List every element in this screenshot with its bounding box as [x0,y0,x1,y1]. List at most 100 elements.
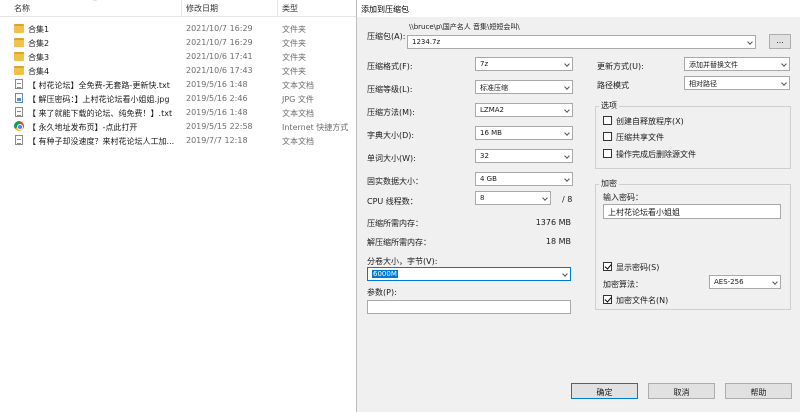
chevron-down-icon [564,84,570,90]
archive-label: 压缩包(A): [367,32,406,41]
chevron-down-icon [542,195,548,201]
method-select[interactable]: LZMA2 [475,103,573,117]
browse-button[interactable]: ... [769,34,791,49]
split-size-combobox[interactable]: 6000M [367,267,571,281]
file-list-header: ⌃ 名称 修改日期 类型 [0,0,356,17]
file-date: 2021/10/7 16:29 [186,38,253,47]
file-name: 合集3 [28,53,50,62]
add-to-archive-dialog: 添加到压缩包 压缩包(A): \\bruce\p\国产名人 音集\短短会叫\ 1… [356,0,800,412]
folder-icon [14,38,24,47]
format-label: 压缩格式(F): [367,62,413,71]
split-size-label: 分卷大小，字节(V): [367,257,438,266]
dict-size-select[interactable]: 16 MB [475,126,573,140]
file-date: 2019/5/16 1:48 [186,108,248,117]
chevron-down-icon [772,279,778,285]
folder-icon [14,66,24,75]
column-header-date[interactable]: 修改日期 [186,3,218,14]
params-label: 参数(P): [367,288,397,297]
file-row[interactable]: 合集3 2021/10/6 17:41 文件夹 [0,50,356,64]
split-size-value: 6000M [372,270,398,278]
file-row[interactable]: 【 永久地址发布页】-点此打开 2019/5/15 22:58 Internet… [0,120,356,134]
method-label: 压缩方法(M): [367,108,415,117]
shared-files-checkbox[interactable] [603,132,612,141]
path-mode-select[interactable]: 相对路径 [684,76,790,90]
word-size-value: 32 [480,152,489,160]
password-input[interactable]: 上村花论坛看小姐姐 [603,204,781,219]
show-password-checkbox[interactable] [603,262,612,271]
file-name: 【 解压密码：】上村花论坛看小姐姐.jpg [28,95,170,104]
file-explorer: ⌃ 名称 修改日期 类型 合集1 2021/10/7 16:29 文件夹 合集2… [0,0,356,412]
sfx-checkbox[interactable] [603,116,612,125]
encrypt-names-label: 加密文件名(N) [616,296,669,305]
file-row[interactable]: 合集2 2021/10/7 16:29 文件夹 [0,36,356,50]
cpu-threads-select[interactable]: 8 [475,191,551,205]
chevron-down-icon [564,107,570,113]
level-select[interactable]: 标准压缩 [475,80,573,94]
delete-after-checkbox[interactable] [603,149,612,158]
solid-size-select[interactable]: 4 GB [475,172,573,186]
update-mode-label: 更新方式(U): [597,62,644,71]
chevron-down-icon [781,80,787,86]
format-select[interactable]: 7z [475,57,573,71]
params-input[interactable] [367,300,571,314]
text-file-icon [15,79,23,89]
file-type: 文件夹 [282,53,306,62]
archive-name-combobox[interactable]: 1234.7z [407,35,756,49]
ok-button[interactable]: 确定 [571,383,638,399]
help-button[interactable]: 帮助 [725,383,792,399]
chevron-down-icon[interactable] [562,271,568,277]
encryption-method-select[interactable]: AES-256 [709,275,781,289]
solid-size-value: 4 GB [480,175,497,183]
file-row[interactable]: 合集1 2021/10/7 16:29 文件夹 [0,22,356,36]
file-name: 【 来了就能下载的论坛、纯免费！】.txt [28,109,173,118]
file-row[interactable]: 【 来了就能下载的论坛、纯免费！】.txt 2019/5/16 1:48 文本文… [0,106,356,120]
file-date: 2019/5/15 22:58 [186,122,253,131]
dict-size-value: 16 MB [480,129,502,137]
file-name: 合集1 [28,25,50,34]
column-header-name[interactable]: 名称 [14,3,30,14]
cpu-threads-value: 8 [480,194,485,202]
word-size-label: 单词大小(W): [367,154,416,163]
file-date: 2021/10/7 16:29 [186,24,253,33]
file-type: 文件夹 [282,39,306,48]
file-name: 合集4 [28,67,50,76]
chevron-down-icon [564,61,570,67]
column-header-type[interactable]: 类型 [282,3,298,14]
archive-name-value: 1234.7z [412,38,441,46]
file-row[interactable]: 【 解压密码：】上村花论坛看小姐姐.jpg 2019/5/16 2:46 JPG… [0,92,356,106]
cancel-button[interactable]: 取消 [648,383,715,399]
file-row[interactable]: 【 村花论坛】全免费-无套路-更新快.txt 2019/5/16 1:48 文本… [0,78,356,92]
show-password-label: 显示密码(S) [616,263,660,272]
shared-files-label: 压缩共享文件 [616,133,664,142]
options-group-title: 选项 [599,100,619,111]
chevron-down-icon[interactable] [747,39,753,45]
file-type: 文件夹 [282,67,306,76]
folder-icon [14,52,24,61]
chevron-down-icon [564,176,570,182]
file-name: 【 村花论坛】全免费-无套路-更新快.txt [28,81,170,90]
sort-arrow-icon: ⌃ [92,0,98,6]
file-type: JPG 文件 [282,95,314,104]
encryption-method-label: 加密算法： [603,280,643,289]
file-date: 2019/7/7 12:18 [186,136,248,145]
path-mode-label: 路径模式 [597,81,629,90]
file-name: 【 有种子却没速度？来村花论坛人工加... [28,137,175,146]
sfx-label: 创建自释放程序(X) [616,117,684,126]
file-row[interactable]: 合集4 2021/10/6 17:43 文件夹 [0,64,356,78]
password-label: 输入密码： [603,193,643,202]
format-value: 7z [480,60,489,68]
method-value: LZMA2 [480,106,504,114]
chevron-down-icon [564,153,570,159]
file-type: 文本文档 [282,81,314,90]
word-size-select[interactable]: 32 [475,149,573,163]
text-file-icon [15,135,23,145]
path-mode-value: 相对路径 [689,80,717,88]
file-date: 2019/5/16 1:48 [186,80,248,89]
text-file-icon [15,107,23,117]
update-mode-select[interactable]: 添加并替换文件 [684,57,790,71]
encrypt-names-checkbox[interactable] [603,295,612,304]
encryption-group-title: 加密 [599,178,619,189]
delete-after-label: 操作完成后删除源文件 [616,150,696,159]
file-name: 【 永久地址发布页】-点此打开 [28,123,138,132]
file-row[interactable]: 【 有种子却没速度？来村花论坛人工加... 2019/7/7 12:18 文本文… [0,134,356,148]
